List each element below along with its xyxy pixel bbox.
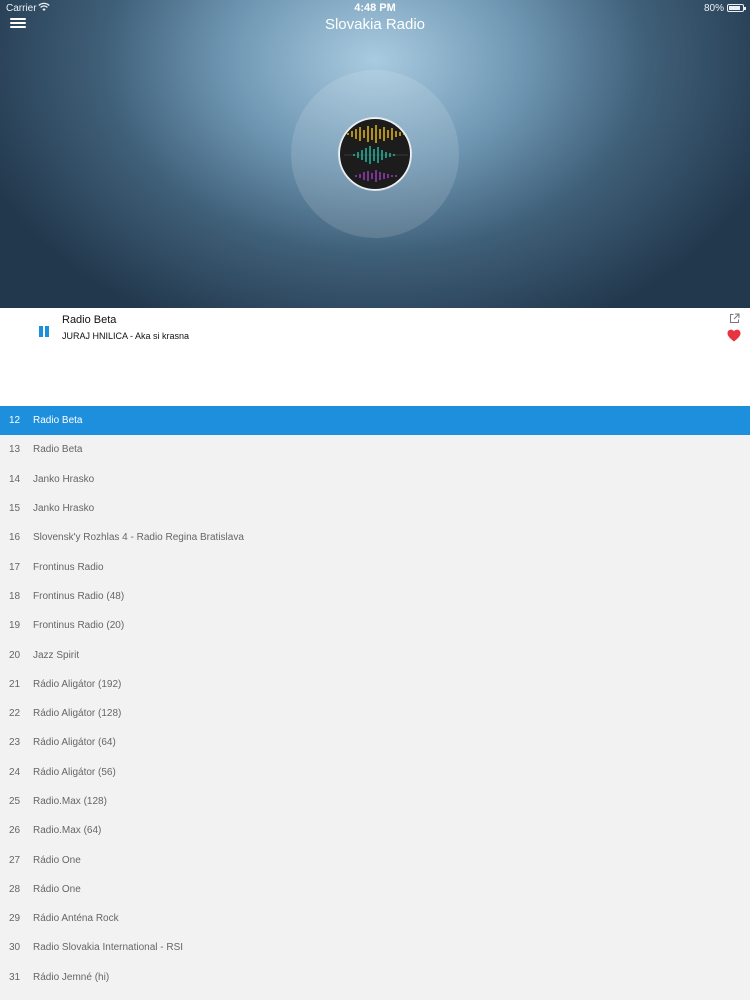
station-list-item[interactable]: 13 Radio Beta [0, 435, 750, 464]
station-number: 27 [9, 854, 21, 866]
station-list-item[interactable]: 15 Janko Hrasko [0, 494, 750, 523]
station-name: Radio Beta [33, 415, 83, 427]
favorite-heart-icon[interactable] [727, 329, 741, 342]
station-number: 25 [9, 796, 21, 807]
station-name: Frontinus Radio (48) [33, 590, 125, 602]
station-list-item[interactable]: 25 Radio.Max (128) [0, 787, 750, 816]
battery-percent: 80% [703, 3, 724, 14]
station-name: Radio Slovakia International - RSI [33, 942, 184, 954]
station-number: 30 [9, 942, 21, 954]
share-external-icon[interactable] [729, 313, 740, 324]
station-list-item[interactable]: 17 Frontinus Radio [0, 552, 750, 581]
station-name: Janko Hrasko [33, 503, 95, 515]
station-number: 22 [9, 708, 21, 720]
station-list-item[interactable]: 16 Slovensk'y Rozhlas 4 - Radio Regina Br… [0, 523, 750, 552]
station-list-item[interactable]: 29 Rádio Anténa Rock [0, 904, 750, 933]
station-name: Radio.Max (128) [33, 796, 107, 807]
station-list-item[interactable]: 28 Rádio One [0, 875, 750, 904]
station-name: Rádio Aligátor (64) [33, 737, 116, 749]
station-list-item[interactable]: 26 Radio.Max (64) [0, 816, 750, 845]
station-name: Janko Hrasko [33, 473, 95, 485]
station-number: 17 [9, 561, 21, 573]
station-list-item[interactable]: 19 Frontinus Radio (20) [0, 611, 750, 640]
station-number: 19 [9, 620, 21, 632]
station-number: 21 [9, 678, 21, 690]
station-list-item[interactable]: 20 Jazz Spirit [0, 640, 750, 669]
now-playing-track: JURAJ HNILICA - Aka si krasna [62, 331, 190, 341]
status-time: 4:48 PM [354, 2, 396, 14]
station-list: 12 Radio Beta 13 Radio Beta 14 Janko Hrasko 15… [0, 406, 750, 1000]
station-list-item[interactable]: 18 Frontinus Radio (48) [0, 582, 750, 611]
station-list-item[interactable]: 31 Rádio Jemné (hi) [0, 963, 750, 992]
station-name: Frontinus Radio (20) [33, 620, 125, 632]
hero-artwork-area: Carrier 4:48 PM 80% Slovakia Radio [0, 0, 750, 308]
station-list-item[interactable]: 12 Radio Beta [0, 406, 750, 436]
station-name: Slovensk'y Rozhlas 4 - Radio Regina Brat… [33, 532, 244, 544]
station-artwork-waveform-icon [339, 118, 411, 190]
station-number: 26 [9, 825, 21, 837]
station-name: Rádio Aligátor (128) [33, 708, 122, 720]
now-playing-station: Radio Beta [62, 314, 117, 326]
station-name: Rádio Aligátor (192) [33, 678, 122, 690]
station-name: Frontinus Radio [33, 561, 104, 573]
station-name: Rádio One [33, 854, 81, 866]
station-number: 18 [9, 590, 21, 602]
station-list-item[interactable]: 30 Radio Slovakia International - RSI [0, 933, 750, 962]
station-list-item[interactable]: 23 Rádio Aligátor (64) [0, 728, 750, 757]
station-number: 15 [9, 503, 21, 515]
station-number: 28 [9, 883, 21, 895]
station-list-item[interactable]: 14 Janko Hrasko [0, 465, 750, 494]
station-number: 13 [9, 444, 21, 456]
app-title: Slovakia Radio [324, 16, 426, 33]
station-number: 12 [9, 415, 21, 427]
station-name: Jazz Spirit [33, 649, 80, 661]
station-number: 20 [9, 649, 21, 661]
station-list-item[interactable]: 22 Rádio Aligátor (128) [0, 699, 750, 728]
station-name: Radio Beta [33, 444, 83, 456]
station-number: 31 [9, 971, 21, 983]
station-list-item[interactable]: 21 Rádio Aligátor (192) [0, 670, 750, 699]
status-bar: Carrier 4:48 PM 80% [0, 0, 750, 16]
station-number: 16 [9, 532, 21, 544]
station-number: 24 [9, 766, 21, 778]
station-name: Radio.Max (64) [33, 825, 102, 837]
station-list-item[interactable]: 27 Rádio One [0, 845, 750, 874]
station-name: Rádio Jemné (hi) [33, 971, 110, 983]
pause-icon[interactable] [38, 326, 50, 338]
battery-icon [727, 4, 746, 12]
station-number: 14 [9, 473, 21, 485]
station-name: Rádio One [33, 883, 81, 895]
station-number: 29 [9, 913, 21, 925]
station-number: 23 [9, 737, 21, 749]
station-name: Rádio Anténa Rock [33, 913, 119, 925]
station-list-item[interactable]: 24 Rádio Aligátor (56) [0, 758, 750, 787]
station-name: Rádio Aligátor (56) [33, 766, 116, 778]
